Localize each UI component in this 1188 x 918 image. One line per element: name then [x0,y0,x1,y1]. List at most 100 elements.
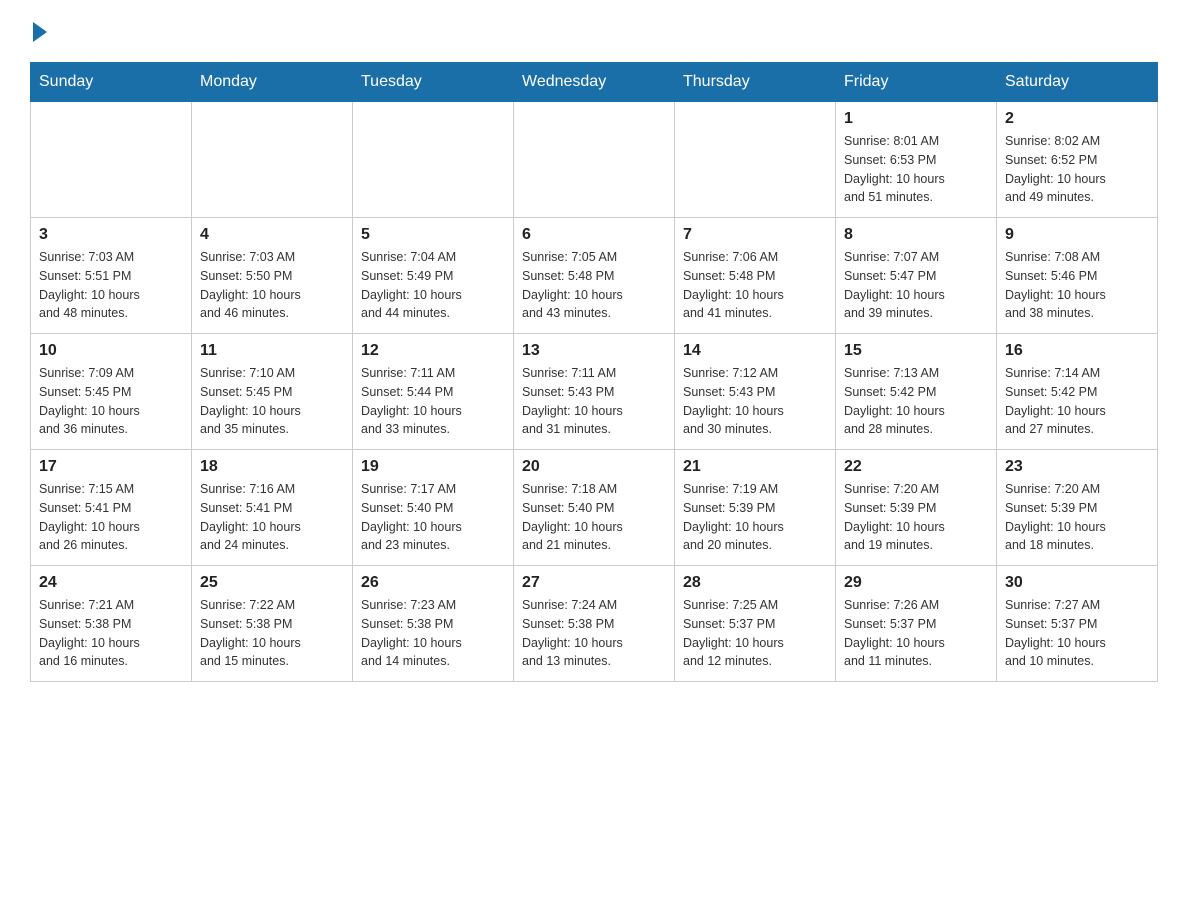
day-info: Sunrise: 7:04 AMSunset: 5:49 PMDaylight:… [361,248,505,323]
day-info: Sunrise: 7:06 AMSunset: 5:48 PMDaylight:… [683,248,827,323]
day-number: 7 [683,226,827,244]
day-number: 9 [1005,226,1149,244]
day-info: Sunrise: 7:15 AMSunset: 5:41 PMDaylight:… [39,480,183,555]
day-number: 16 [1005,342,1149,360]
day-info: Sunrise: 7:20 AMSunset: 5:39 PMDaylight:… [844,480,988,555]
day-number: 22 [844,458,988,476]
day-number: 26 [361,574,505,592]
day-number: 2 [1005,110,1149,128]
weekday-header-tuesday: Tuesday [353,63,514,102]
calendar-cell: 21Sunrise: 7:19 AMSunset: 5:39 PMDayligh… [675,450,836,566]
day-number: 20 [522,458,666,476]
day-info: Sunrise: 7:05 AMSunset: 5:48 PMDaylight:… [522,248,666,323]
day-info: Sunrise: 7:18 AMSunset: 5:40 PMDaylight:… [522,480,666,555]
day-number: 14 [683,342,827,360]
day-number: 18 [200,458,344,476]
day-number: 11 [200,342,344,360]
day-number: 12 [361,342,505,360]
calendar-week-row: 24 Sunrise: 7:21 AMSunset: 5:38 PMDayligh… [31,566,1158,682]
calendar-week-row: 10 Sunrise: 7:09 AMSunset: 5:45 PMDayligh… [31,334,1158,450]
day-number: 8 [844,226,988,244]
calendar-cell: 30 Sunrise: 7:27 AMSunset: 5:37 PMDayligh… [997,566,1158,682]
calendar-cell: 17 Sunrise: 7:15 AMSunset: 5:41 PMDayligh… [31,450,192,566]
calendar-cell: 20 Sunrise: 7:18 AMSunset: 5:40 PMDayligh… [514,450,675,566]
day-number: 15 [844,342,988,360]
day-info: Sunrise: 7:08 AMSunset: 5:46 PMDaylight:… [1005,248,1149,323]
calendar-week-row: 1 Sunrise: 8:01 AMSunset: 6:53 PMDaylight… [31,102,1158,218]
calendar-cell [675,102,836,218]
calendar-cell: 12 Sunrise: 7:11 AMSunset: 5:44 PMDayligh… [353,334,514,450]
calendar-cell: 5 Sunrise: 7:04 AMSunset: 5:49 PMDaylight… [353,218,514,334]
day-info: Sunrise: 7:19 AMSunset: 5:39 PMDaylight:… [683,480,827,555]
calendar-cell: 26 Sunrise: 7:23 AMSunset: 5:38 PMDayligh… [353,566,514,682]
day-info: Sunrise: 7:10 AMSunset: 5:45 PMDaylight:… [200,364,344,439]
day-info: Sunrise: 7:21 AMSunset: 5:38 PMDaylight:… [39,596,183,671]
calendar-cell: 11 Sunrise: 7:10 AMSunset: 5:45 PMDayligh… [192,334,353,450]
weekday-header-thursday: Thursday [675,63,836,102]
calendar-cell [514,102,675,218]
day-number: 29 [844,574,988,592]
day-number: 4 [200,226,344,244]
calendar-week-row: 3 Sunrise: 7:03 AMSunset: 5:51 PMDaylight… [31,218,1158,334]
day-info: Sunrise: 7:22 AMSunset: 5:38 PMDaylight:… [200,596,344,671]
day-number: 6 [522,226,666,244]
day-info: Sunrise: 7:13 AMSunset: 5:42 PMDaylight:… [844,364,988,439]
day-info: Sunrise: 7:26 AMSunset: 5:37 PMDaylight:… [844,596,988,671]
day-info: Sunrise: 7:11 AMSunset: 5:43 PMDaylight:… [522,364,666,439]
weekday-header-sunday: Sunday [31,63,192,102]
calendar-cell: 10 Sunrise: 7:09 AMSunset: 5:45 PMDayligh… [31,334,192,450]
day-number: 28 [683,574,827,592]
calendar-cell: 16 Sunrise: 7:14 AMSunset: 5:42 PMDayligh… [997,334,1158,450]
day-number: 24 [39,574,183,592]
day-info: Sunrise: 7:09 AMSunset: 5:45 PMDaylight:… [39,364,183,439]
logo-arrow-icon [33,22,47,42]
calendar-week-row: 17 Sunrise: 7:15 AMSunset: 5:41 PMDayligh… [31,450,1158,566]
day-number: 10 [39,342,183,360]
calendar-cell: 6 Sunrise: 7:05 AMSunset: 5:48 PMDaylight… [514,218,675,334]
calendar-cell: 2 Sunrise: 8:02 AMSunset: 6:52 PMDaylight… [997,102,1158,218]
calendar-cell: 8 Sunrise: 7:07 AMSunset: 5:47 PMDaylight… [836,218,997,334]
day-number: 23 [1005,458,1149,476]
calendar-cell: 13 Sunrise: 7:11 AMSunset: 5:43 PMDayligh… [514,334,675,450]
day-info: Sunrise: 7:24 AMSunset: 5:38 PMDaylight:… [522,596,666,671]
day-number: 13 [522,342,666,360]
calendar-cell: 3 Sunrise: 7:03 AMSunset: 5:51 PMDaylight… [31,218,192,334]
calendar-cell: 27 Sunrise: 7:24 AMSunset: 5:38 PMDayligh… [514,566,675,682]
weekday-header-friday: Friday [836,63,997,102]
day-info: Sunrise: 7:20 AMSunset: 5:39 PMDaylight:… [1005,480,1149,555]
calendar-cell: 4Sunrise: 7:03 AMSunset: 5:50 PMDaylight… [192,218,353,334]
day-number: 25 [200,574,344,592]
calendar-cell [353,102,514,218]
day-info: Sunrise: 8:01 AMSunset: 6:53 PMDaylight:… [844,132,988,207]
calendar-cell: 14 Sunrise: 7:12 AMSunset: 5:43 PMDayligh… [675,334,836,450]
day-number: 1 [844,110,988,128]
day-info: Sunrise: 7:25 AMSunset: 5:37 PMDaylight:… [683,596,827,671]
day-info: Sunrise: 7:11 AMSunset: 5:44 PMDaylight:… [361,364,505,439]
day-info: Sunrise: 7:07 AMSunset: 5:47 PMDaylight:… [844,248,988,323]
calendar-cell: 15 Sunrise: 7:13 AMSunset: 5:42 PMDayligh… [836,334,997,450]
day-info: Sunrise: 7:14 AMSunset: 5:42 PMDaylight:… [1005,364,1149,439]
calendar-cell: 19Sunrise: 7:17 AMSunset: 5:40 PMDayligh… [353,450,514,566]
calendar-cell: 1 Sunrise: 8:01 AMSunset: 6:53 PMDaylight… [836,102,997,218]
weekday-header-row: SundayMondayTuesdayWednesdayThursdayFrid… [31,63,1158,102]
calendar-table: SundayMondayTuesdayWednesdayThursdayFrid… [30,62,1158,682]
day-number: 17 [39,458,183,476]
logo [30,20,47,42]
day-info: Sunrise: 7:17 AMSunset: 5:40 PMDaylight:… [361,480,505,555]
calendar-cell: 29 Sunrise: 7:26 AMSunset: 5:37 PMDayligh… [836,566,997,682]
day-number: 5 [361,226,505,244]
weekday-header-wednesday: Wednesday [514,63,675,102]
day-info: Sunrise: 7:27 AMSunset: 5:37 PMDaylight:… [1005,596,1149,671]
weekday-header-monday: Monday [192,63,353,102]
day-number: 3 [39,226,183,244]
calendar-cell: 24 Sunrise: 7:21 AMSunset: 5:38 PMDayligh… [31,566,192,682]
day-info: Sunrise: 7:03 AMSunset: 5:51 PMDaylight:… [39,248,183,323]
day-info: Sunrise: 7:12 AMSunset: 5:43 PMDaylight:… [683,364,827,439]
calendar-cell: 23 Sunrise: 7:20 AMSunset: 5:39 PMDayligh… [997,450,1158,566]
weekday-header-saturday: Saturday [997,63,1158,102]
day-info: Sunrise: 7:23 AMSunset: 5:38 PMDaylight:… [361,596,505,671]
calendar-cell [192,102,353,218]
day-number: 30 [1005,574,1149,592]
day-number: 27 [522,574,666,592]
day-info: Sunrise: 8:02 AMSunset: 6:52 PMDaylight:… [1005,132,1149,207]
